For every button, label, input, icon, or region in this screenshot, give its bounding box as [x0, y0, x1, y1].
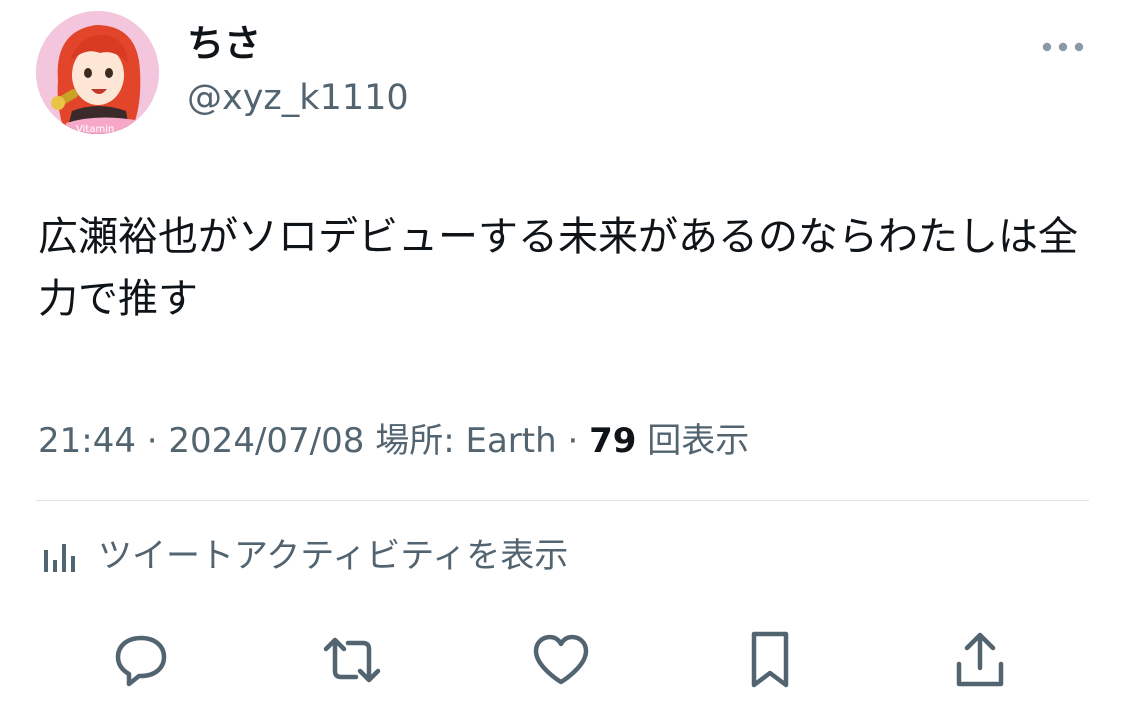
bookmark-icon: [751, 631, 789, 688]
view-count: 79: [589, 421, 637, 461]
location-prefix: 場所:: [375, 421, 466, 461]
more-dots-icon: [1042, 42, 1084, 52]
like-button[interactable]: [529, 628, 593, 692]
heart-icon: [533, 634, 589, 685]
view-label: 回表示: [647, 421, 750, 461]
retweet-icon: [323, 637, 381, 683]
avatar-illustration: Vitamin: [36, 11, 159, 134]
avatar[interactable]: Vitamin: [36, 11, 159, 134]
share-button[interactable]: [948, 628, 1012, 692]
activity-label: ツイートアクティビティを表示: [98, 536, 569, 576]
bar-chart-icon: [44, 544, 75, 572]
more-options-button[interactable]: [1036, 30, 1090, 64]
user-handle[interactable]: @xyz_k1110: [187, 76, 409, 120]
meta-separator: ·: [556, 421, 590, 461]
reply-bubble-icon: [115, 635, 167, 687]
tweet-meta: 21:44 · 2024/07/08 場所: Earth · 79 回表示: [38, 418, 749, 464]
tweet-location: Earth: [465, 421, 557, 461]
tweet-date[interactable]: 2024/07/08: [168, 421, 364, 461]
bookmark-button[interactable]: [738, 628, 802, 692]
divider: [36, 500, 1089, 501]
reply-button[interactable]: [109, 628, 173, 692]
avatar-badge: Vitamin: [76, 124, 114, 134]
share-upload-icon: [956, 632, 1004, 687]
display-name[interactable]: ちさ: [187, 22, 261, 66]
retweet-button[interactable]: [320, 628, 384, 692]
tweet-activity-link[interactable]: ツイートアクティビティを表示: [40, 533, 568, 579]
meta-separator: ·: [135, 421, 169, 461]
tweet-time[interactable]: 21:44: [38, 421, 136, 461]
tweet-text: 広瀬裕也がソロデビューする未来があるのならわたしは全力で推す: [38, 214, 1078, 322]
